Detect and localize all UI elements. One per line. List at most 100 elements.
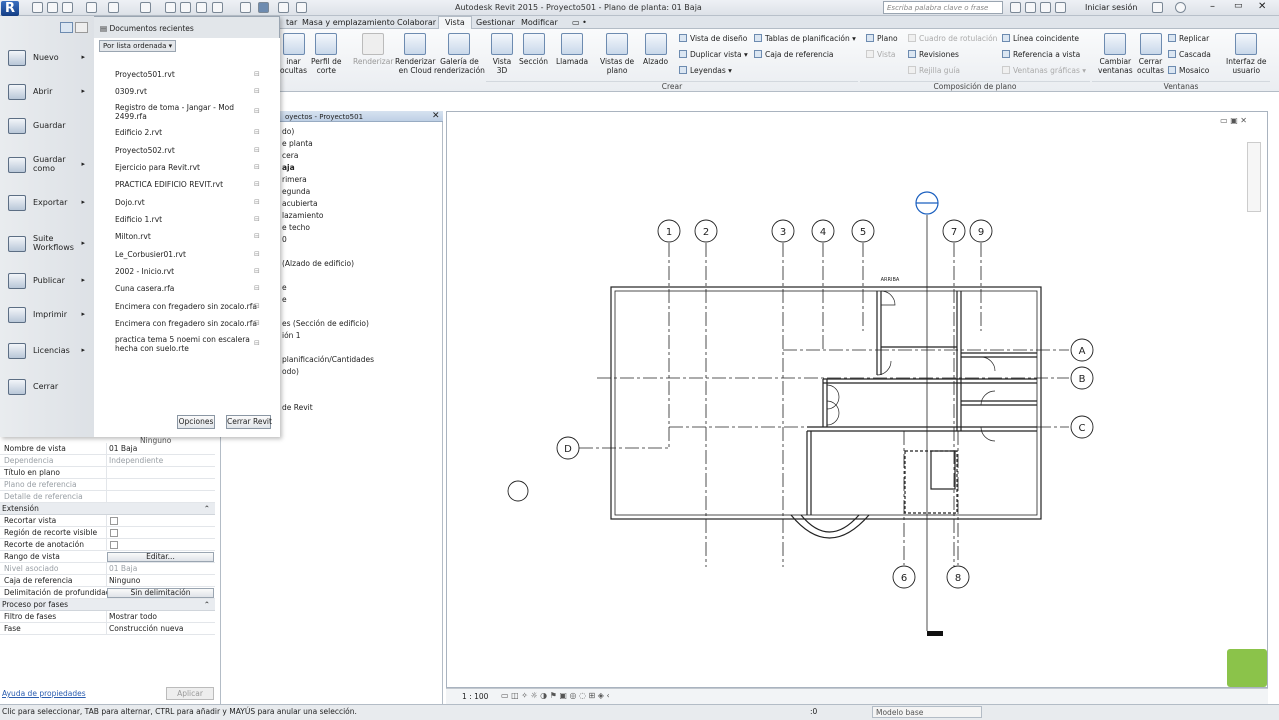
subscription-icon[interactable] (1025, 2, 1036, 13)
cuadro-rotulacion-button[interactable]: Cuadro de rotulación (908, 34, 997, 43)
interfaz-usuario-button[interactable]: Interfaz de usuario (1226, 33, 1267, 75)
pin-icon[interactable]: ⊟ (254, 302, 260, 310)
recent-file[interactable]: Edificio 1.rvt (115, 215, 162, 224)
exchange-icon[interactable] (1152, 2, 1163, 13)
browser-item[interactable]: acubierta (282, 199, 318, 208)
cerrar-ocultas-button[interactable]: Cerrar ocultas (1137, 33, 1164, 75)
communication-icon[interactable] (1040, 2, 1051, 13)
prop-nombre-vista[interactable]: Nombre de vista 01 Baja (0, 443, 215, 455)
rejilla-guia-button[interactable]: Rejilla guía (908, 66, 960, 75)
browser-item[interactable]: do) (282, 127, 294, 136)
prop-caja-referencia[interactable]: Caja de referencia Ninguno (0, 575, 215, 587)
recorte-anotacion-checkbox[interactable] (110, 541, 118, 549)
pin-icon[interactable]: ⊟ (254, 163, 260, 171)
browser-item[interactable]: de Revit (282, 403, 313, 412)
seccion-button[interactable]: Sección (519, 33, 548, 66)
pin-icon[interactable]: ⊟ (254, 267, 260, 275)
text-icon[interactable] (196, 2, 207, 13)
opciones-button[interactable]: Opciones (177, 415, 215, 429)
recent-file[interactable]: practica tema 5 noemi con escalera hecha… (115, 335, 250, 353)
pin-icon[interactable]: ⊟ (254, 180, 260, 188)
cerrar-revit-button[interactable]: Cerrar Revit (226, 415, 272, 429)
browser-item[interactable]: cera (282, 151, 298, 160)
pin-icon[interactable]: ⊟ (254, 232, 260, 240)
browser-item-active[interactable]: aja (282, 163, 295, 172)
browser-item[interactable]: es (Sección de edificio) (282, 319, 369, 328)
browser-item[interactable]: odo) (282, 367, 299, 376)
region-recorte-checkbox[interactable] (110, 529, 118, 537)
cambiar-ventanas-button[interactable]: Cambiar ventanas (1098, 33, 1133, 75)
vistas-plano-button[interactable]: Vistas de plano (600, 33, 634, 75)
vista-3d-button[interactable]: Vista 3D (491, 33, 513, 75)
llamada-button[interactable]: Llamada (556, 33, 588, 66)
browser-item[interactable]: rimera (282, 175, 307, 184)
prop-fase[interactable]: Fase Construcción nueva (0, 623, 215, 635)
design-option-select[interactable]: Modelo base (872, 706, 982, 718)
recent-file[interactable]: Encimera con fregadero sin zocalo.rfa (115, 302, 257, 311)
tab-colaborar[interactable]: Colaborar (391, 17, 442, 28)
cascada-button[interactable]: Cascada (1168, 50, 1211, 59)
switch-windows-icon[interactable] (296, 2, 307, 13)
browser-item[interactable]: 0 (282, 235, 287, 244)
pin-icon[interactable]: ⊟ (254, 198, 260, 206)
3d-view-icon[interactable] (212, 2, 223, 13)
recent-file[interactable]: Dojo.rvt (115, 198, 145, 207)
recent-file[interactable]: Proyecto502.rvt (115, 146, 175, 155)
revit-app-button[interactable]: R (1, 1, 19, 16)
minimize-button[interactable]: – (1210, 1, 1215, 12)
ayuda-propiedades-link[interactable]: Ayuda de propiedades (2, 689, 86, 698)
tab-extra[interactable]: ▭ • (566, 17, 593, 28)
search-input[interactable]: Escriba palabra clave o frase (883, 1, 1003, 14)
menu-guardar[interactable]: Guardar (0, 113, 94, 141)
replicar-button[interactable]: Replicar (1168, 34, 1209, 43)
pin-icon[interactable]: ⊟ (254, 339, 260, 347)
grid-view-icon[interactable] (75, 22, 88, 33)
redo-icon[interactable] (108, 2, 119, 13)
recent-file[interactable]: Encimera con fregadero sin zocalo.rfa (115, 319, 257, 328)
signin-button[interactable]: Iniciar sesión (1085, 3, 1137, 12)
linea-coincidente-button[interactable]: Línea coincidente (1002, 34, 1079, 43)
tab-modificar[interactable]: Modificar (515, 17, 564, 28)
group-fases[interactable]: Proceso por fases ⌃ (0, 599, 215, 611)
browser-item[interactable]: planificación/Cantidades (282, 355, 374, 364)
browser-item[interactable]: ión 1 (282, 331, 301, 340)
caja-referencia-button[interactable]: Caja de referencia (754, 50, 834, 59)
recent-file[interactable]: 2002 - Inicio.rvt (115, 267, 174, 276)
browser-item[interactable]: e (282, 283, 287, 292)
duplicar-vista-button[interactable]: Duplicar vista ▾ (679, 50, 748, 59)
favorites-icon[interactable] (1055, 2, 1066, 13)
menu-cerrar[interactable]: Cerrar (0, 374, 94, 402)
menu-suite-workflows[interactable]: Suite Workflows ▸ (0, 231, 94, 259)
editar-rango-button[interactable]: Editar... (107, 552, 214, 562)
pin-icon[interactable]: ⊟ (254, 70, 260, 78)
browser-item[interactable]: egunda (282, 187, 310, 196)
menu-publicar[interactable]: Publicar ▸ (0, 268, 94, 296)
close-icon[interactable]: ✕ (432, 111, 440, 121)
browser-item[interactable]: e (282, 295, 287, 304)
menu-nuevo[interactable]: Nuevo ▸ (0, 45, 94, 73)
recent-file[interactable]: Le_Corbusier01.rvt (115, 250, 186, 259)
recent-file[interactable]: Ejercicio para Revit.rvt (115, 163, 200, 172)
list-view-icon[interactable] (60, 22, 73, 33)
thin-lines-icon[interactable] (258, 2, 269, 13)
leyendas-button[interactable]: Leyendas ▾ (679, 66, 732, 75)
perfil-corte-button[interactable]: Perfil de corte (311, 33, 342, 75)
tab-vista[interactable]: Vista (438, 16, 472, 29)
prop-filtro-fases[interactable]: Filtro de fases Mostrar todo (0, 611, 215, 623)
delimitacion-button[interactable]: Sin delimitación (107, 588, 214, 598)
recent-file[interactable]: Proyecto501.rvt (115, 70, 175, 79)
vista-diseno-button[interactable]: Vista de diseño (679, 34, 747, 43)
measure-icon[interactable] (140, 2, 151, 13)
pin-icon[interactable]: ⊟ (254, 319, 260, 327)
recent-file[interactable]: Cuna casera.rfa (115, 284, 174, 293)
binoculars-icon[interactable] (1010, 2, 1021, 13)
pin-icon[interactable]: ⊟ (254, 87, 260, 95)
pin-icon[interactable]: ⊟ (254, 128, 260, 136)
section-icon[interactable] (240, 2, 251, 13)
menu-exportar[interactable]: Exportar ▸ (0, 190, 94, 218)
open-icon[interactable] (32, 2, 43, 13)
recent-file[interactable]: PRACTICA EDIFICIO REVIT.rvt (115, 180, 223, 189)
vista-sheet-button[interactable]: Vista (866, 50, 896, 59)
menu-licencias[interactable]: Licencias ▸ (0, 338, 94, 366)
browser-item[interactable]: lazamiento (282, 211, 324, 220)
